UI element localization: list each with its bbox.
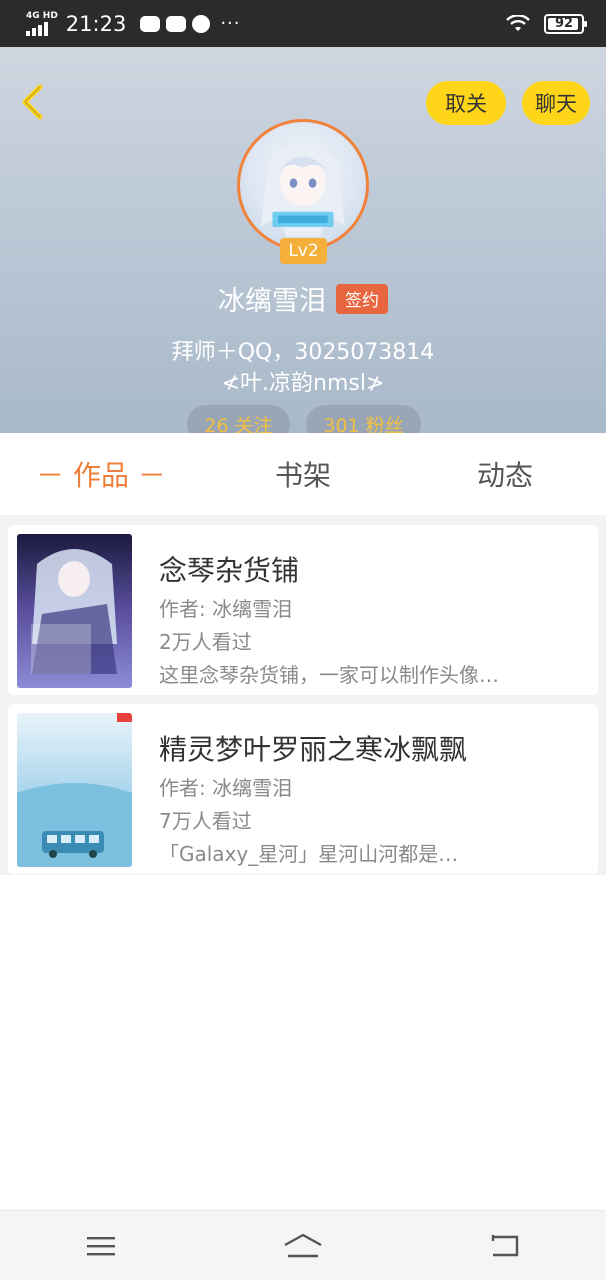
book-title: 念琴杂货铺 <box>159 554 300 587</box>
book-cover <box>17 534 132 688</box>
followers-count[interactable]: 301 粉丝 <box>306 405 421 433</box>
level-badge: Lv2 <box>280 238 327 264</box>
book-description: 「Galaxy_星河」星河山河都是… <box>159 842 459 866</box>
notification-icon <box>166 15 187 32</box>
book-views: 2万人看过 <box>159 630 252 654</box>
home-icon <box>284 1233 322 1257</box>
signal-icon: 4G HD <box>26 11 58 36</box>
bio-line-2: ≮叶.凉韵nmsl≯ <box>221 371 385 396</box>
menu-button[interactable] <box>71 1224 131 1268</box>
list-item[interactable]: 念琴杂货铺 作者: 冰缡雪泪 2万人看过 这里念琴杂货铺，一家可以制作头像… <box>8 525 598 695</box>
battery-level: 92 <box>554 16 574 31</box>
back-arrow-icon[interactable] <box>14 82 54 122</box>
app-icon <box>192 14 211 33</box>
status-left: 4G HD 21:23 ··· <box>26 11 241 36</box>
battery-icon: 92 <box>544 13 587 34</box>
book-title: 精灵梦叶罗丽之寒冰飘飘 <box>159 733 468 766</box>
book-author: 作者: 冰缡雪泪 <box>159 597 293 621</box>
back-button[interactable] <box>475 1224 535 1268</box>
system-nav-bar <box>0 1210 606 1280</box>
signed-badge: 签约 <box>336 283 388 314</box>
home-button[interactable] <box>273 1224 333 1268</box>
network-label: 4G HD <box>26 11 58 21</box>
book-cover <box>17 713 132 867</box>
avatar[interactable] <box>237 119 369 251</box>
menu-icon <box>87 1236 115 1255</box>
book-author: 作者: 冰缡雪泪 <box>159 776 293 800</box>
profile-tabs: － 作品 － 书架 动态 <box>0 433 606 515</box>
book-description: 这里念琴杂货铺，一家可以制作头像… <box>159 663 499 687</box>
tab-bookshelf[interactable]: 书架 <box>202 433 404 515</box>
book-views: 7万人看过 <box>159 809 252 833</box>
works-list: 念琴杂货铺 作者: 冰缡雪泪 2万人看过 这里念琴杂货铺，一家可以制作头像… 精… <box>0 515 606 875</box>
following-count[interactable]: 26 关注 <box>187 405 290 433</box>
bio-line-1: 拜师＋QQ，3025073814 <box>171 340 435 365</box>
tab-activity[interactable]: 动态 <box>404 433 606 515</box>
profile-header: 取关 聊天 Lv2 冰缡雪泪 签约 拜师＋QQ，3025073814 ≮叶.凉韵… <box>0 47 606 433</box>
username: 冰缡雪泪 <box>218 286 326 317</box>
wifi-icon <box>506 14 530 31</box>
chat-button[interactable]: 聊天 <box>522 81 590 125</box>
cloud-icon <box>140 15 161 32</box>
more-notifications: ··· <box>220 13 241 34</box>
list-item[interactable]: 精灵梦叶罗丽之寒冰飘飘 作者: 冰缡雪泪 7万人看过 「Galaxy_星河」星河… <box>8 704 598 874</box>
back-icon <box>491 1234 519 1256</box>
avatar-illustration <box>261 143 345 237</box>
unfollow-button[interactable]: 取关 <box>426 81 506 125</box>
tab-works[interactable]: － 作品 － <box>0 433 202 515</box>
status-bar: 4G HD 21:23 ··· 92 <box>0 0 606 47</box>
status-time: 21:23 <box>65 11 127 36</box>
